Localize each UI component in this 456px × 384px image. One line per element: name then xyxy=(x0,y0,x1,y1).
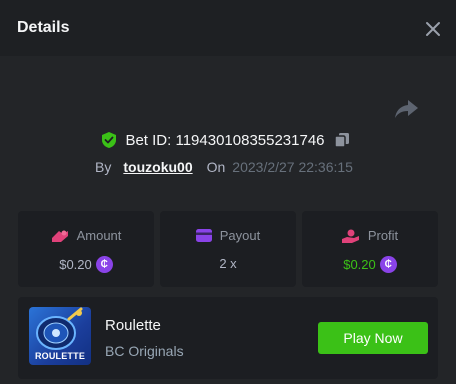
currency-coin-icon: ₵ xyxy=(379,256,397,273)
on-label: On xyxy=(206,159,226,175)
profit-value-row: $0.20 ₵ xyxy=(302,256,438,273)
game-provider: BC Originals xyxy=(105,343,184,359)
bet-datetime: 2023/2/27 22:36:15 xyxy=(232,159,353,175)
payout-value-row: 2 x xyxy=(160,256,296,271)
amount-label-row: Amount xyxy=(18,228,154,243)
profit-card: Profit $0.20 ₵ xyxy=(302,211,438,287)
by-label: By xyxy=(95,159,112,175)
bet-id: Bet ID: 119430108355231746 xyxy=(125,131,325,149)
profit-label-row: Profit xyxy=(302,228,438,243)
game-name: Roulette xyxy=(105,317,161,334)
profit-value: $0.20 xyxy=(343,257,376,272)
copy-icon[interactable] xyxy=(333,132,350,148)
shield-check-icon xyxy=(102,132,117,148)
currency-coin-icon: ₵ xyxy=(95,256,113,273)
username-link[interactable]: touzoku00 xyxy=(123,159,192,175)
payout-value: 2 x xyxy=(219,256,237,271)
play-now-button[interactable]: Play Now xyxy=(318,322,428,354)
game-card: ROULETTE Roulette BC Originals Play Now xyxy=(18,297,438,379)
amount-value: $0.20 xyxy=(59,257,92,272)
modal-title: Details xyxy=(17,19,70,36)
bet-stats: Amount $0.20 ₵ Payout 2 x Profit $0.20 ₵ xyxy=(18,211,438,287)
close-icon[interactable] xyxy=(422,18,444,40)
amount-card: Amount $0.20 ₵ xyxy=(18,211,154,287)
amount-value-row: $0.20 ₵ xyxy=(18,256,154,273)
game-thumbnail-label: ROULETTE xyxy=(34,351,86,361)
amount-label: Amount xyxy=(76,228,122,243)
payout-label: Payout xyxy=(219,228,261,243)
amount-icon xyxy=(51,230,68,242)
payout-card-icon xyxy=(195,229,212,242)
profit-hand-icon xyxy=(341,229,359,243)
profit-label: Profit xyxy=(367,228,399,243)
game-thumbnail[interactable]: ROULETTE xyxy=(29,307,91,365)
payout-label-row: Payout xyxy=(160,228,296,243)
share-icon[interactable] xyxy=(393,98,419,120)
payout-card: Payout 2 x xyxy=(160,211,296,287)
bet-meta-row: By touzoku00 On 2023/2/27 22:36:15 xyxy=(0,157,452,177)
modal-header: Details xyxy=(0,0,456,56)
bet-id-row: Bet ID: 119430108355231746 xyxy=(0,130,456,150)
